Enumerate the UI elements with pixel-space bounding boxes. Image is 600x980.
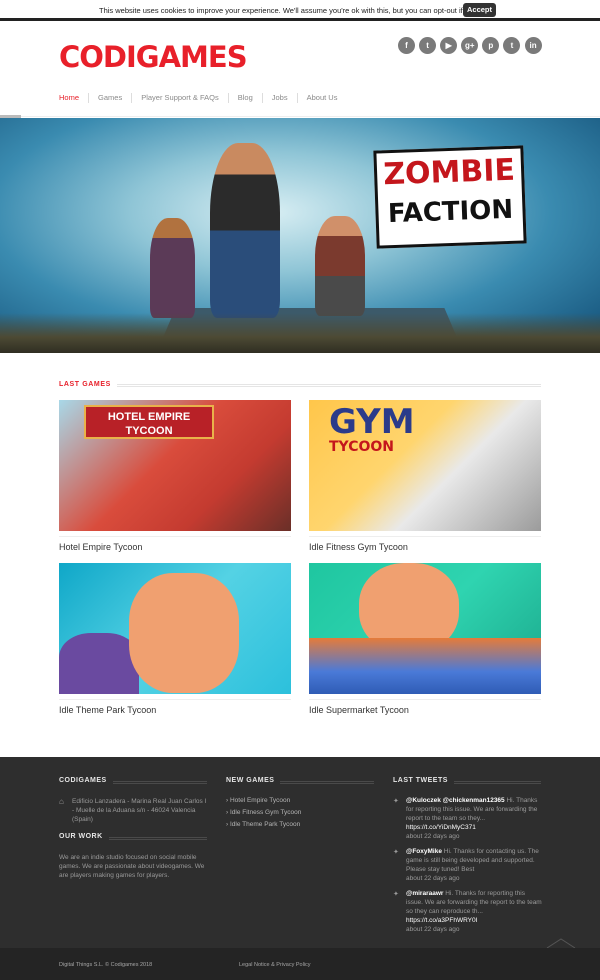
tweet-user[interactable]: @miraraawr bbox=[406, 890, 443, 897]
zombie-faction-logo: ZOMBIE FACTION bbox=[373, 145, 527, 249]
footer-address: Edificio Lanzadera - Marina Real Juan Ca… bbox=[72, 798, 207, 823]
nav-player-support[interactable]: Player Support & FAQs bbox=[141, 93, 229, 103]
game-card-hotel-empire[interactable]: HOTEL EMPIRE TYCOON Hotel Empire Tycoon bbox=[59, 400, 291, 552]
tweet-time: about 22 days ago bbox=[406, 833, 460, 840]
game-thumbnail-sign: GYM TYCOON bbox=[329, 404, 449, 464]
hero-character-main bbox=[210, 143, 280, 318]
facebook-icon[interactable]: f bbox=[398, 37, 415, 54]
section-rule bbox=[59, 384, 541, 387]
hero-zombie-hands bbox=[0, 313, 600, 353]
nav-jobs[interactable]: Jobs bbox=[272, 93, 298, 103]
card-divider bbox=[309, 536, 541, 538]
site-logo[interactable]: CODIGAMES bbox=[59, 40, 248, 74]
tweet-item: @FoxyMike Hi. Thanks for contacting us. … bbox=[406, 847, 542, 883]
game-thumbnail-sign-title: GYM bbox=[329, 402, 415, 442]
card-divider bbox=[59, 536, 291, 538]
tweet-time: about 22 days ago bbox=[406, 875, 460, 882]
last-games-title: LAST GAMES bbox=[59, 381, 117, 388]
twitter-bird-icon: ✦ bbox=[393, 891, 399, 898]
pinterest-icon[interactable]: p bbox=[482, 37, 500, 54]
game-thumbnail-sign: HOTEL EMPIRE TYCOON bbox=[84, 405, 214, 439]
cookie-bar: This website uses cookies to improve you… bbox=[0, 0, 600, 21]
footer-new-game-label: Idle Theme Park Tycoon bbox=[229, 821, 301, 828]
nav-about-us[interactable]: About Us bbox=[307, 93, 347, 103]
footer-new-games-title: NEW GAMES bbox=[226, 777, 281, 784]
cookie-accept-button[interactable]: Accept bbox=[463, 3, 496, 17]
footer-our-work-title: OUR WORK bbox=[59, 833, 109, 840]
copyright-text: Digital Things S.L. © Codigames 2018 bbox=[59, 962, 153, 968]
nav-blog[interactable]: Blog bbox=[238, 93, 263, 103]
twitter-bird-icon: ✦ bbox=[393, 798, 399, 805]
game-title[interactable]: Hotel Empire Tycoon bbox=[59, 542, 142, 552]
linkedin-icon[interactable]: in bbox=[524, 37, 542, 54]
thumbnail-character-face bbox=[129, 573, 239, 693]
scroll-to-top-icon[interactable] bbox=[546, 938, 576, 948]
social-links: f t ▶ g+ p t in bbox=[398, 37, 546, 54]
footer-new-game-link[interactable]: › Idle Theme Park Tycoon bbox=[226, 821, 300, 828]
hero-character-left bbox=[150, 218, 195, 318]
game-thumbnail-sign-subtitle: TYCOON bbox=[329, 439, 394, 455]
game-title[interactable]: Idle Fitness Gym Tycoon bbox=[309, 542, 408, 552]
footer-last-tweets-title: LAST TWEETS bbox=[393, 777, 454, 784]
thumbnail-shopping-cart bbox=[309, 638, 541, 694]
game-title[interactable]: Idle Supermarket Tycoon bbox=[309, 705, 409, 715]
tweet-item: @miraraawr Hi. Thanks for reporting this… bbox=[406, 889, 542, 934]
nav-home[interactable]: Home bbox=[59, 93, 90, 103]
google-plus-icon[interactable]: g+ bbox=[461, 37, 479, 54]
tweet-link[interactable]: https://t.co/YiDnMyC371 bbox=[406, 824, 476, 831]
thumbnail-character-backpack bbox=[59, 633, 139, 694]
legal-notice-link[interactable]: Legal Notice & Privacy Policy bbox=[239, 962, 311, 968]
game-thumbnail[interactable] bbox=[309, 563, 541, 694]
cookie-message: This website uses cookies to improve you… bbox=[99, 6, 497, 15]
footer-new-game-link[interactable]: › Idle Fitness Gym Tycoon bbox=[226, 809, 301, 816]
bottom-bar: Digital Things S.L. © Codigames 2018 Leg… bbox=[0, 948, 600, 980]
game-thumbnail[interactable] bbox=[59, 563, 291, 694]
footer-codigames-title: CODIGAMES bbox=[59, 777, 113, 784]
game-title[interactable]: Idle Theme Park Tycoon bbox=[59, 705, 156, 715]
footer-new-game-link[interactable]: › Hotel Empire Tycoon bbox=[226, 797, 290, 804]
tweet-item: @Kuloczek @chickenman12365 Hi. Thanks fo… bbox=[406, 796, 542, 841]
nav-games[interactable]: Games bbox=[98, 93, 133, 103]
main-nav: Home Games Player Support & FAQs Blog Jo… bbox=[59, 93, 355, 103]
footer-new-game-label: Idle Fitness Gym Tycoon bbox=[229, 809, 302, 816]
game-thumbnail[interactable]: HOTEL EMPIRE TYCOON bbox=[59, 400, 291, 531]
card-divider bbox=[59, 699, 291, 701]
game-card-idle-theme-park[interactable]: Idle Theme Park Tycoon bbox=[59, 563, 291, 715]
last-games-header: LAST GAMES bbox=[59, 381, 541, 391]
card-divider bbox=[309, 699, 541, 701]
zombie-faction-logo-line2: FACTION bbox=[387, 194, 514, 230]
twitter-icon[interactable]: t bbox=[419, 37, 437, 54]
footer-our-work-text: We are an indie studio focused on social… bbox=[59, 854, 205, 879]
twitter-bird-icon: ✦ bbox=[393, 849, 399, 856]
building-icon: ⌂ bbox=[59, 797, 64, 806]
tweet-user[interactable]: @Kuloczek @chickenman12365 bbox=[406, 797, 505, 804]
nav-divider bbox=[0, 116, 600, 117]
game-card-idle-supermarket[interactable]: Idle Supermarket Tycoon bbox=[309, 563, 541, 715]
zombie-faction-logo-line1: ZOMBIE bbox=[382, 152, 516, 193]
footer-new-game-label: Hotel Empire Tycoon bbox=[229, 797, 291, 804]
youtube-icon[interactable]: ▶ bbox=[440, 37, 458, 54]
tumblr-icon[interactable]: t bbox=[503, 37, 521, 54]
game-thumbnail[interactable]: GYM TYCOON bbox=[309, 400, 541, 531]
hero-banner[interactable]: ZOMBIE FACTION bbox=[0, 118, 600, 353]
tweet-user[interactable]: @FoxyMike bbox=[406, 848, 442, 855]
hero-character-right bbox=[315, 216, 365, 316]
site-footer: CODIGAMES ⌂ Edificio Lanzadera - Marina … bbox=[0, 757, 600, 948]
game-card-idle-fitness-gym[interactable]: GYM TYCOON Idle Fitness Gym Tycoon bbox=[309, 400, 541, 552]
tweet-time: about 22 days ago bbox=[406, 926, 460, 933]
tweet-link[interactable]: https://t.co/a3PFhWRY0I bbox=[406, 917, 477, 924]
